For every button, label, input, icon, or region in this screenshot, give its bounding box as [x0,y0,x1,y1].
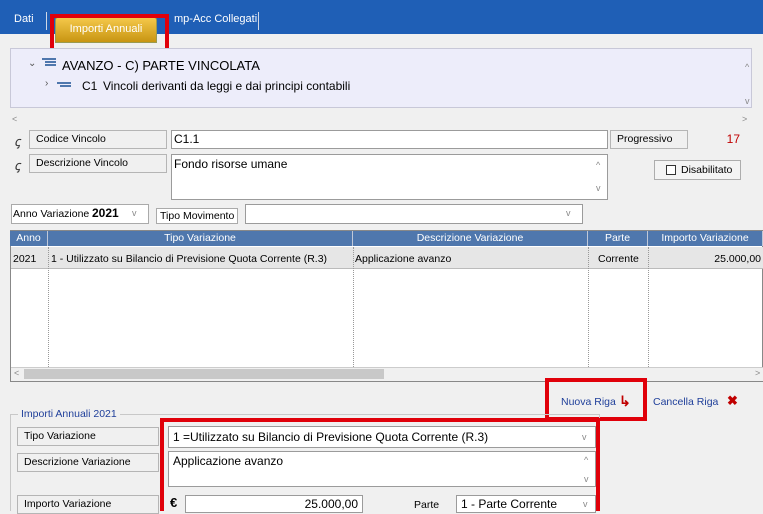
tab-imp-acc-collegati[interactable]: mp-Acc Collegati [168,10,263,34]
scroll-right-icon[interactable]: > [742,114,747,124]
tab-separator [46,12,47,30]
scroll-down-icon[interactable]: v [596,183,601,193]
grid-divider [588,247,589,367]
tree-node-child-label[interactable]: Vincoli derivanti da leggi e dai princip… [103,79,350,93]
chevron-down-icon[interactable]: ⌄ [28,58,36,69]
grid-header-importo-variazione[interactable]: Importo Variazione [648,231,763,246]
tab-separator [258,12,259,30]
anno-variazione-select[interactable]: 2021 [92,206,119,220]
grid-cell-descrizione-variazione: Applicazione avanzo [355,253,452,265]
tree-node-child-code[interactable]: C1 [82,79,97,93]
scroll-right-icon[interactable]: > [755,368,760,378]
chevron-down-icon[interactable]: v [566,208,571,218]
tipo-variazione-label: Tipo Variazione [17,427,159,446]
grid-header-descrizione-variazione[interactable]: Descrizione Variazione [353,231,588,246]
tab-dati[interactable]: Dati [8,10,40,34]
highlight-detail [160,418,600,511]
chevron-down-icon[interactable]: v [132,208,137,218]
disabilitato-checkbox[interactable]: Disabilitato [654,160,741,180]
detail-group-title: Importi Annuali 2021 [18,408,120,420]
tree-folder-icon [42,57,56,67]
grid-divider [48,247,49,367]
grid-header-anno[interactable]: Anno [10,231,48,246]
scroll-up-icon[interactable]: ^ [596,160,600,170]
scroll-down-icon[interactable]: v [745,96,750,106]
scroll-left-icon[interactable]: < [12,114,17,124]
descrizione-vincolo-label: Descrizione Vincolo [29,154,167,173]
pencil-icon: ꞔ [14,158,21,173]
grid-cell-tipo-variazione: 1 - Utilizzato su Bilancio di Previsione… [51,253,328,265]
scroll-left-icon[interactable]: < [14,368,19,378]
grid-divider [648,247,649,367]
progressivo-value: 17 [726,132,740,146]
pencil-icon: ꞔ [14,134,21,149]
grid-cell-importo: 25.000,00 [714,253,761,265]
tree-panel [10,48,752,108]
scroll-up-icon[interactable]: ^ [745,62,749,72]
cancella-riga-button[interactable]: Cancella Riga ✖ [650,391,750,413]
codice-vincolo-label: Codice Vincolo [29,130,167,149]
chevron-right-icon[interactable]: › [45,78,48,89]
descrizione-variazione-label: Descrizione Variazione [17,453,159,472]
tipo-movimento-select[interactable] [245,204,583,224]
progressivo-label: Progressivo [610,130,688,149]
grid-header-parte[interactable]: Parte [588,231,648,246]
delete-x-icon: ✖ [727,393,738,408]
descrizione-vincolo-value: Fondo risorse umane [174,157,288,171]
grid-header-tipo-variazione[interactable]: Tipo Variazione [48,231,353,246]
tipo-movimento-label: Tipo Movimento [156,208,239,224]
tree-node-parent[interactable]: AVANZO - C) PARTE VINCOLATA [62,58,260,73]
importo-variazione-label: Importo Variazione [17,495,159,514]
cancella-riga-label: Cancella Riga [653,396,719,408]
descrizione-vincolo-textarea[interactable]: Fondo risorse umane [171,154,608,200]
grid-scroll-thumb[interactable] [24,369,384,379]
grid-divider [353,247,354,367]
grid-cell-parte: Corrente [598,253,639,265]
disabilitato-label: Disabilitato [681,164,733,176]
checkbox-box-icon [666,165,676,175]
codice-vincolo-input[interactable]: C1.1 [171,130,608,149]
tree-item-icon [57,81,71,91]
grid-cell-anno: 2021 [13,253,37,265]
anno-variazione-label: Anno Variazione [13,208,90,220]
